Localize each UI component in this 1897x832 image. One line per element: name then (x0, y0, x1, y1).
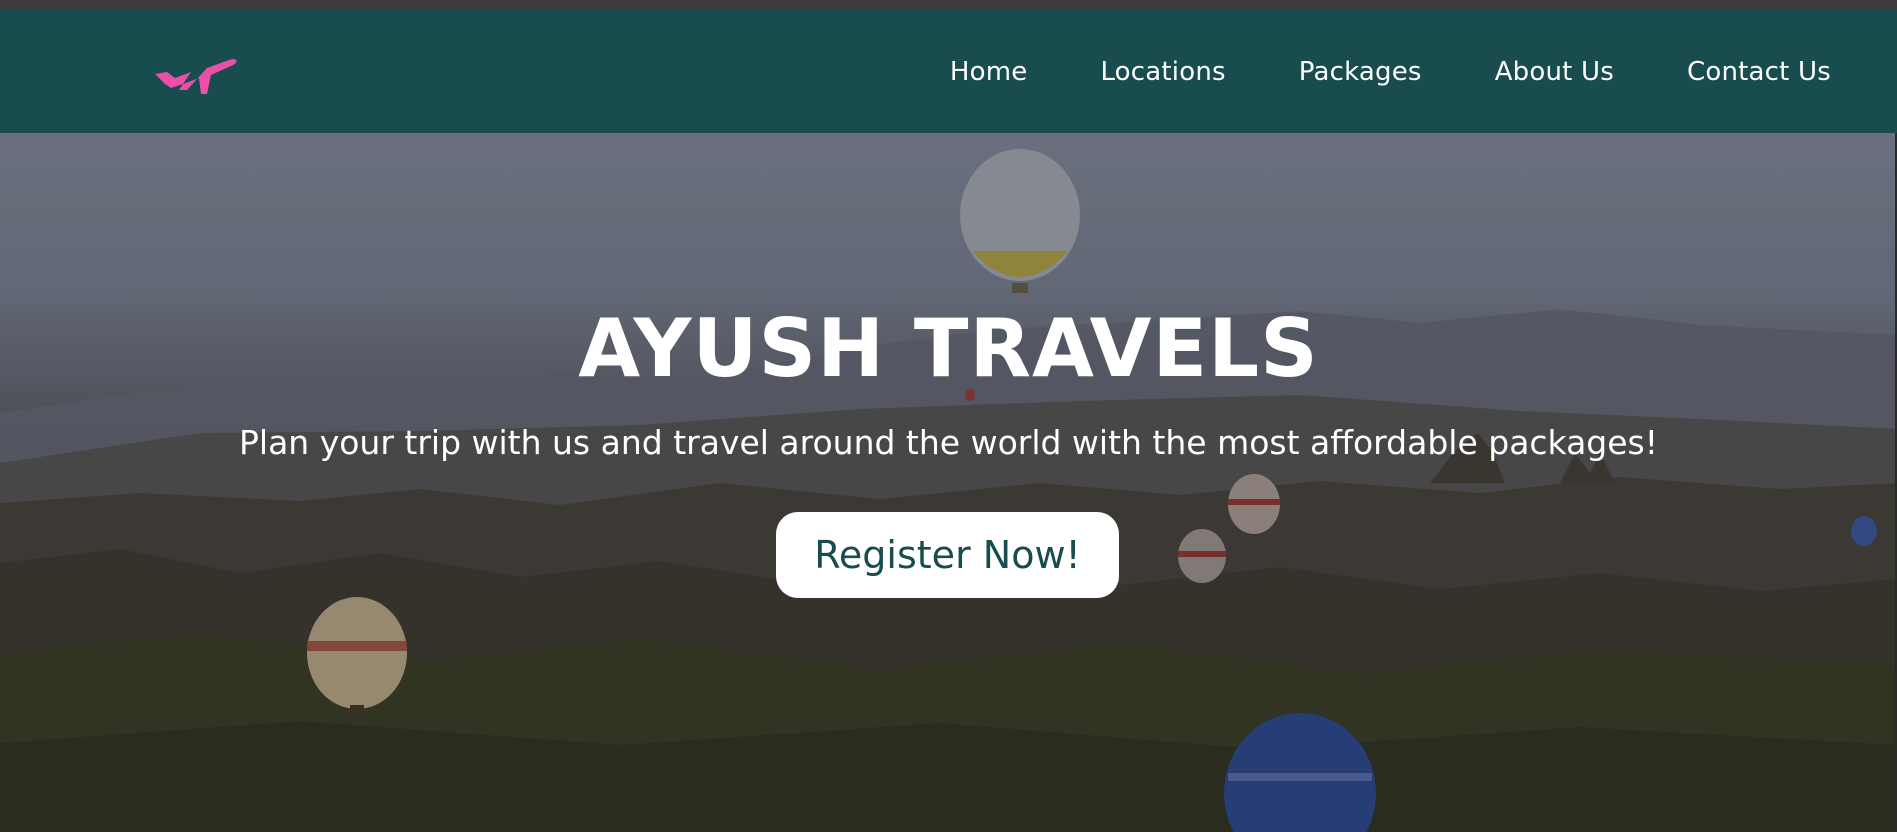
browser-top-strip (0, 0, 1897, 10)
navbar: Home Locations Packages About Us Contact… (0, 10, 1897, 133)
register-now-button[interactable]: Register Now! (776, 512, 1119, 598)
nav-packages[interactable]: Packages (1299, 57, 1422, 87)
logo-link[interactable] (153, 50, 239, 96)
airplane-icon (155, 59, 237, 94)
main-nav: Home Locations Packages About Us Contact… (950, 10, 1831, 133)
nav-about-us[interactable]: About Us (1495, 57, 1614, 87)
hero-title: AYUSH TRAVELS (578, 302, 1319, 395)
nav-locations[interactable]: Locations (1100, 57, 1225, 87)
nav-home[interactable]: Home (950, 57, 1028, 87)
hero-section (0, 133, 1897, 832)
nav-contact-us[interactable]: Contact Us (1687, 57, 1831, 87)
hero-dark-overlay (0, 133, 1897, 832)
hero-subtitle: Plan your trip with us and travel around… (239, 423, 1658, 462)
